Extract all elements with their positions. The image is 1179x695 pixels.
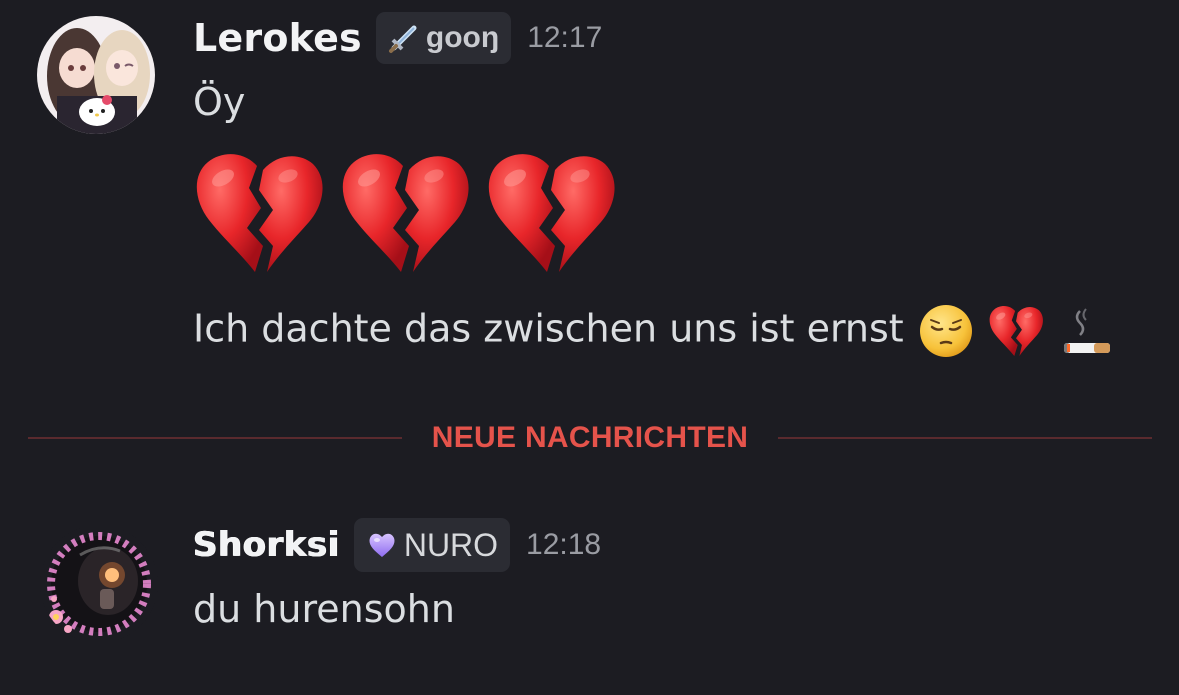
new-messages-divider: NEUE NACHRICHTEN: [28, 415, 1153, 461]
user-tag[interactable]: NURO: [353, 518, 511, 572]
username[interactable]: Lerokes: [193, 16, 362, 60]
timestamp[interactable]: 12:17: [527, 21, 602, 55]
user-tag[interactable]: gooŋ: [375, 12, 512, 64]
message-lerokes[interactable]: Lerokes gooŋ 12:17 Öy Ich dachte das zwi…: [0, 0, 1179, 400]
pensive-face-emoji-icon[interactable]: [918, 303, 974, 359]
message-text-row: Ich dachte das zwischen uns ist ernst: [193, 303, 1114, 359]
chat-log: Lerokes gooŋ 12:17 Öy Ich dachte das zwi…: [0, 0, 1179, 695]
message-shorksi[interactable]: Shorksi NURO 12:18 du hurensohn: [0, 505, 1179, 675]
message-text: Öy: [193, 80, 246, 124]
avatar[interactable]: [37, 16, 155, 134]
cigarette-emoji-icon[interactable]: [1058, 303, 1114, 359]
message-text: du hurensohn: [193, 587, 455, 631]
avatar[interactable]: [40, 525, 158, 643]
broken-heart-emoji-icon[interactable]: [988, 303, 1044, 359]
username[interactable]: Shorksi: [193, 525, 340, 565]
jumbo-emoji-row: [193, 150, 617, 276]
message-header: Lerokes gooŋ 12:17: [193, 10, 602, 66]
timestamp[interactable]: 12:18: [526, 528, 601, 562]
message-text: Ich dachte das zwischen uns ist ernst: [193, 306, 904, 351]
purple-heart-icon: [369, 533, 395, 557]
new-messages-label: NEUE NACHRICHTEN: [431, 421, 749, 454]
broken-heart-emoji-icon[interactable]: [485, 150, 617, 276]
user-tag-label: NURO: [403, 526, 499, 563]
broken-heart-emoji-icon[interactable]: [339, 150, 471, 276]
user-tag-label: gooŋ: [425, 21, 500, 54]
message-header: Shorksi NURO 12:18: [193, 517, 601, 573]
divider-line: [778, 437, 1153, 439]
broken-heart-emoji-icon[interactable]: [193, 150, 325, 276]
divider-line: [28, 437, 402, 439]
sword-icon: [388, 25, 417, 53]
